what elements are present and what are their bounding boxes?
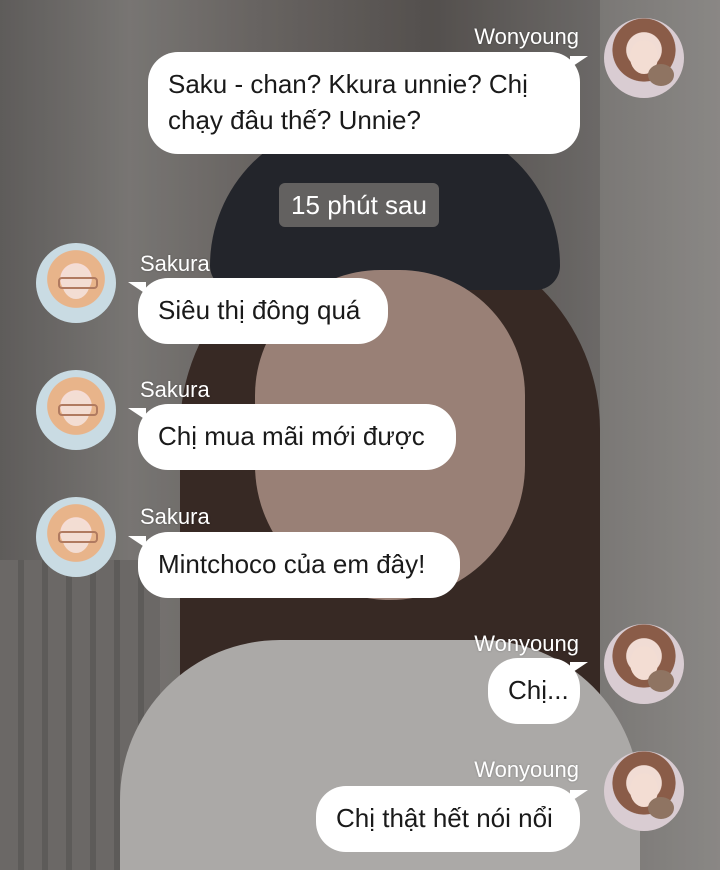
sender-name: Wonyoung <box>474 631 579 656</box>
sakura-avatar[interactable] <box>36 243 116 323</box>
sender-name: Sakura <box>140 251 210 276</box>
message-bubble[interactable]: Siêu thị đông quá <box>138 278 388 344</box>
sender-name: Sakura <box>140 377 210 402</box>
message-bubble[interactable]: Chị mua mãi mới được <box>138 404 456 470</box>
sender-name: Sakura <box>140 504 210 529</box>
sakura-avatar[interactable] <box>36 370 116 450</box>
sender-name: Wonyoung <box>474 24 579 49</box>
sakura-avatar[interactable] <box>36 497 116 577</box>
wonyoung-avatar[interactable] <box>604 624 684 704</box>
wonyoung-avatar[interactable] <box>604 18 684 98</box>
message-bubble[interactable]: Chị thật hết nói nổi <box>316 786 580 852</box>
sender-name: Wonyoung <box>474 757 579 782</box>
message-bubble[interactable]: Saku - chan? Kkura unnie? Chị chạy đâu t… <box>148 52 580 154</box>
time-separator: 15 phút sau <box>279 183 439 227</box>
chat-thread: Wonyoung Saku - chan? Kkura unnie? Chị c… <box>0 0 720 870</box>
message-bubble[interactable]: Mintchoco của em đây! <box>138 532 460 598</box>
message-bubble[interactable]: Chị... <box>488 658 580 724</box>
wonyoung-avatar[interactable] <box>604 751 684 831</box>
